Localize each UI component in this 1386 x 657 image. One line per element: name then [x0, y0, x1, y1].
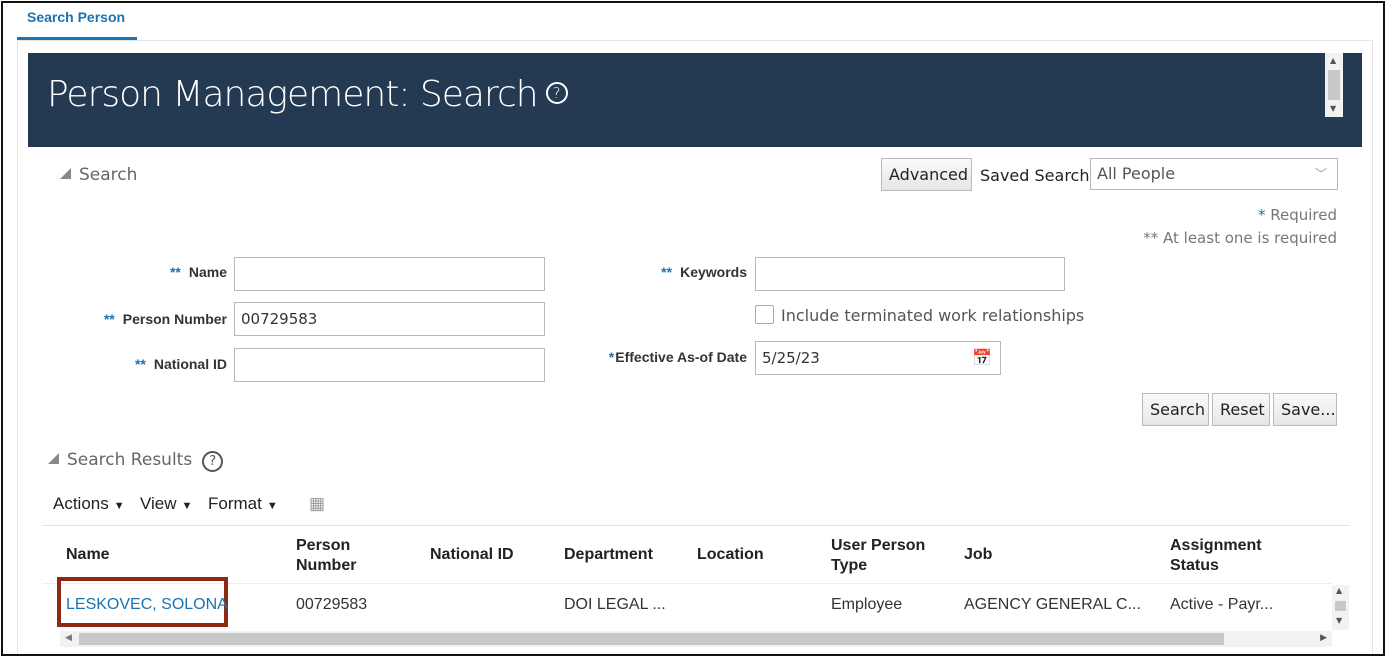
cell-person-number: 00729583 — [296, 596, 368, 613]
person-number-label: ** Person Number — [60, 311, 227, 327]
scroll-left-icon[interactable]: ◀ — [65, 633, 72, 643]
search-section-toggle[interactable]: Search — [60, 165, 137, 185]
collapse-triangle-icon — [60, 168, 71, 179]
col-header-job[interactable]: Job — [964, 545, 992, 565]
saved-search-label: Saved Search — [980, 166, 1090, 185]
view-label: View — [140, 494, 177, 513]
scroll-right-icon[interactable]: ▶ — [1320, 633, 1327, 643]
effective-date-label-text: Effective As-of Date — [615, 349, 747, 365]
calendar-icon[interactable]: 📅 — [972, 342, 992, 374]
person-name-link[interactable]: LESKOVEC, SOLONA — [66, 596, 228, 614]
col-header-name[interactable]: Name — [66, 545, 110, 565]
results-section-toggle[interactable]: Search Results? — [48, 450, 224, 472]
help-icon[interactable]: ? — [202, 451, 224, 472]
saved-search-value: All People — [1097, 164, 1176, 183]
reset-button[interactable]: Reset — [1212, 393, 1270, 426]
national-id-input[interactable] — [234, 348, 545, 382]
freeze-columns-icon[interactable]: ▦ — [309, 494, 325, 514]
scroll-down-icon[interactable]: ▼ — [1336, 616, 1342, 625]
table-top-divider — [42, 525, 1350, 526]
advanced-button[interactable]: Advanced — [881, 158, 972, 191]
scroll-up-icon[interactable]: ▲ — [1336, 586, 1342, 595]
format-menu[interactable]: Format ▼ — [208, 494, 278, 514]
effective-date-label: *Effective As-of Date — [590, 349, 747, 365]
col-header-person-number[interactable]: Person Number — [296, 536, 356, 576]
cell-department: DOI LEGAL ... — [564, 596, 666, 613]
cell-assignment-status: Active - Payr... — [1170, 596, 1274, 613]
terminated-label: Include terminated work relationships — [781, 306, 1085, 325]
col-header-user-person-type[interactable]: User Person Type — [831, 536, 925, 576]
save-button[interactable]: Save... — [1273, 393, 1337, 426]
search-button[interactable]: Search — [1142, 393, 1209, 426]
required-note-text: Required — [1270, 206, 1337, 224]
national-id-label: ** National ID — [80, 356, 227, 372]
terminated-checkbox[interactable] — [755, 305, 774, 324]
col-header-assignment-status[interactable]: Assignment Status — [1170, 536, 1262, 576]
keywords-label: ** Keywords — [600, 264, 747, 280]
scroll-thumb[interactable] — [1335, 601, 1346, 611]
header-scrollbar[interactable]: ▲ ▼ — [1325, 53, 1343, 117]
col-header-national-id[interactable]: National ID — [430, 545, 514, 565]
star: ** — [134, 356, 146, 372]
table-vertical-scrollbar[interactable]: ▲ ▼ — [1332, 585, 1349, 630]
dropdown-triangle-icon: ▼ — [266, 500, 278, 512]
required-note: * Required — [1258, 206, 1337, 224]
star: ** — [103, 311, 115, 327]
scroll-thumb[interactable] — [79, 633, 1224, 645]
required-star: * — [1257, 206, 1266, 224]
scroll-up-icon[interactable]: ▲ — [1330, 56, 1336, 65]
effective-date-value: 5/25/23 — [762, 349, 820, 367]
keywords-input[interactable] — [755, 257, 1065, 291]
chevron-down-icon[interactable]: ﹀ — [1315, 159, 1327, 189]
effective-date-input[interactable]: 5/25/23 📅 — [755, 341, 1001, 375]
star: ** — [169, 264, 181, 280]
collapse-triangle-icon — [48, 453, 59, 464]
help-icon[interactable]: ? — [545, 82, 568, 104]
dropdown-triangle-icon: ▼ — [113, 500, 125, 512]
at-least-one-note: ** At least one is required — [1143, 229, 1337, 247]
scroll-thumb[interactable] — [1328, 70, 1340, 100]
star: * — [608, 349, 615, 365]
page-title-text: Person Management: Search — [47, 74, 539, 115]
saved-search-select[interactable]: All People ﹀ — [1090, 158, 1338, 190]
header-divider — [42, 583, 1332, 584]
star: ** — [661, 264, 673, 280]
scroll-down-icon[interactable]: ▼ — [1330, 104, 1336, 113]
actions-label: Actions — [53, 494, 109, 513]
search-section-title: Search — [79, 165, 138, 185]
tab-search-person[interactable]: Search Person — [27, 9, 125, 25]
cell-user-person-type: Employee — [831, 596, 903, 613]
results-section-title: Search Results — [67, 450, 193, 470]
national-id-label-text: National ID — [153, 356, 227, 372]
person-number-label-text: Person Number — [122, 311, 227, 327]
page-title: Person Management: Search? — [47, 74, 568, 115]
actions-menu[interactable]: Actions ▼ — [53, 494, 125, 514]
view-menu[interactable]: View ▼ — [140, 494, 192, 514]
name-input[interactable] — [234, 257, 545, 291]
format-label: Format — [208, 494, 262, 513]
keywords-label-text: Keywords — [680, 264, 747, 280]
name-label-text: Name — [188, 264, 227, 280]
table-horizontal-scrollbar[interactable]: ◀ ▶ — [60, 631, 1332, 647]
person-number-input[interactable]: 00729583 — [234, 302, 545, 336]
dropdown-triangle-icon: ▼ — [181, 500, 193, 512]
name-label: ** Name — [100, 264, 227, 280]
col-header-location[interactable]: Location — [697, 545, 764, 565]
col-header-department[interactable]: Department — [564, 545, 653, 565]
cell-job: AGENCY GENERAL C... — [964, 596, 1141, 613]
